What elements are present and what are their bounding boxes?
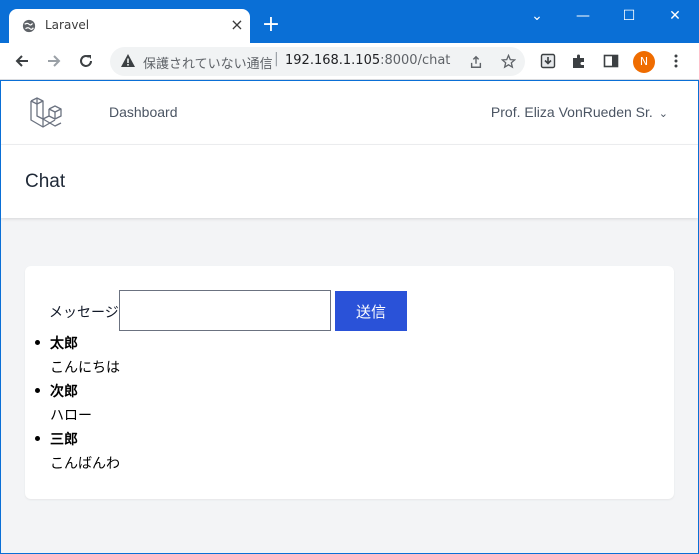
star-icon-glyph [500, 53, 516, 69]
laravel-logo-icon[interactable] [28, 94, 66, 132]
download-icon[interactable] [537, 49, 559, 73]
address-bar[interactable]: 保護されていない通信 | 192.168.1.105:8000/chat [110, 47, 525, 76]
page-title: Chat [25, 171, 66, 192]
message-item: 太郎 こんにちは [33, 332, 120, 380]
message-item: 次郎 ハロー [33, 380, 120, 428]
message-text: ハロー [50, 408, 92, 424]
message-text: こんにちは [50, 360, 120, 376]
list-bullet [35, 436, 40, 441]
message-item: 三郎 こんばんわ [33, 428, 120, 476]
user-menu-dropdown[interactable]: Prof. Eliza VonRueden Sr. ⌄ [491, 104, 668, 120]
message-sender: 三郎 [50, 432, 78, 448]
share-icon[interactable] [465, 51, 487, 73]
share-icon-glyph [470, 55, 482, 68]
page-viewport: Dashboard Prof. Eliza VonRueden Sr. ⌄ Cha… [1, 81, 698, 553]
send-button[interactable]: 送信 [335, 291, 407, 331]
browser-title-bar: Laravel × + ⌄ — ☐ ✕ [0, 0, 699, 43]
chevron-down-icon: ⌄ [658, 108, 668, 120]
puzzle-icon[interactable] [568, 49, 590, 73]
globe-icon [22, 19, 36, 33]
arrow-left-icon [15, 55, 28, 67]
browser-tab[interactable]: Laravel × [9, 9, 250, 43]
list-bullet [35, 340, 40, 345]
kebab-menu-icon-glyph [674, 54, 678, 68]
side-panel-icon-glyph [603, 54, 619, 68]
chat-card: メッセージ : 送信 太郎 こんにちは 次郎 ハロー 三郎 こんばんわ [25, 266, 674, 499]
message-input[interactable] [119, 290, 331, 331]
profile-avatar[interactable]: N [633, 51, 655, 73]
message-sender: 次郎 [50, 384, 78, 400]
omnibox-separator: | [274, 51, 279, 67]
tab-close-icon[interactable]: × [227, 14, 247, 36]
maximize-icon[interactable]: ☐ [606, 0, 652, 32]
side-panel-icon[interactable] [600, 49, 622, 73]
warning-icon[interactable] [120, 53, 136, 69]
security-status-text: 保護されていない通信 [143, 57, 273, 72]
arrow-right-icon [48, 55, 61, 67]
list-bullet [35, 388, 40, 393]
tab-title: Laravel [45, 18, 90, 32]
minimize-icon[interactable]: — [560, 0, 606, 32]
browser-toolbar: 保護されていない通信 | 192.168.1.105:8000/chat N [0, 43, 699, 80]
reload-button[interactable] [73, 48, 99, 74]
url-text[interactable]: 192.168.1.105:8000/chat [285, 53, 450, 68]
message-label: メッセージ : [49, 305, 128, 321]
new-tab-button[interactable]: + [259, 13, 283, 37]
forward-button[interactable] [41, 48, 67, 74]
url-path: :8000/chat [380, 53, 451, 68]
puzzle-icon-glyph [573, 54, 584, 68]
star-icon[interactable] [497, 51, 519, 73]
download-icon-glyph [540, 53, 556, 69]
nav-dashboard-link[interactable]: Dashboard [109, 104, 178, 120]
page-header: Chat [1, 145, 698, 218]
url-host: 192.168.1.105 [285, 53, 381, 68]
message-text: こんばんわ [50, 456, 120, 472]
message-sender: 太郎 [50, 336, 78, 352]
kebab-menu-icon[interactable] [665, 49, 687, 73]
message-list: 太郎 こんにちは 次郎 ハロー 三郎 こんばんわ [33, 332, 120, 476]
back-button[interactable] [9, 48, 35, 74]
reload-icon [80, 55, 92, 67]
tab-search-icon[interactable]: ⌄ [514, 0, 560, 32]
window-close-icon[interactable]: ✕ [652, 0, 698, 32]
user-name: Prof. Eliza VonRueden Sr. [490, 104, 653, 120]
top-navigation: Dashboard Prof. Eliza VonRueden Sr. ⌄ [1, 81, 698, 145]
